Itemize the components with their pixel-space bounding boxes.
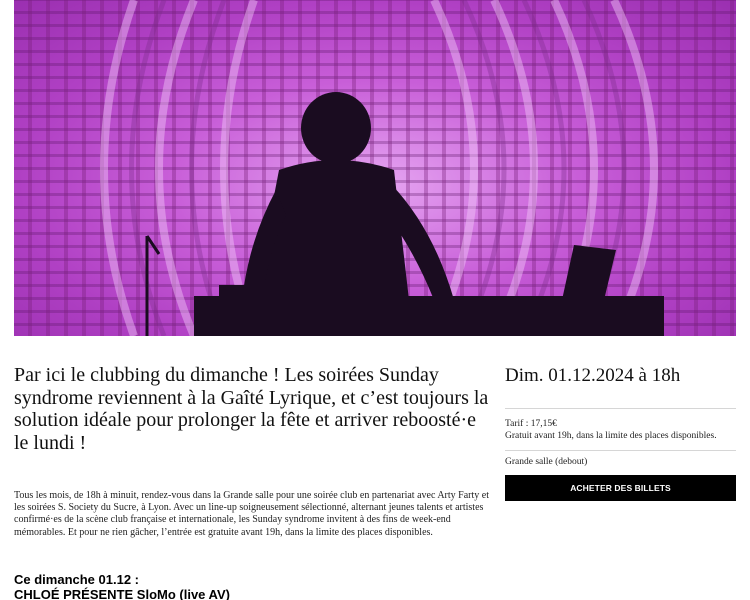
divider [505, 450, 736, 451]
event-venue: Grande salle (debout) [505, 457, 588, 467]
hero-image [14, 0, 736, 336]
event-description: Tous les mois, de 18h à minuit, rendez-v… [14, 490, 489, 538]
stage-performer-photo [100, 0, 664, 336]
divider [505, 408, 736, 409]
lineup-heading: Ce dimanche 01.12 : [14, 572, 139, 587]
event-date: Dim. 01.12.2024 à 18h [505, 365, 681, 386]
event-price: Tarif : 17,15€ [505, 419, 557, 429]
intro-text: Par ici le clubbing du dimanche ! Les so… [14, 364, 489, 454]
lineup-artist: CHLOÉ PRÉSENTE SloMo (live AV) [14, 587, 230, 600]
free-entry-note: Gratuit avant 19h, dans la limite des pl… [505, 431, 717, 441]
buy-tickets-button[interactable]: ACHETER DES BILLETS [505, 475, 736, 501]
